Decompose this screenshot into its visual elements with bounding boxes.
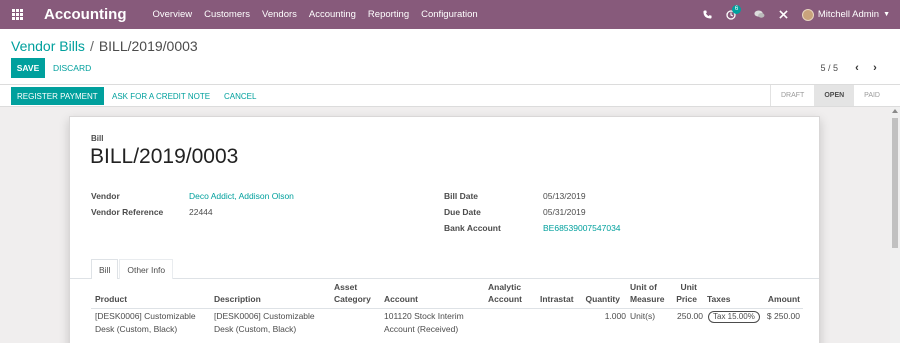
- bank-account-field[interactable]: BE68539007547034: [543, 223, 621, 233]
- pager: 5 / 5 ‹ ›: [820, 58, 884, 78]
- cell-amount: $ 250.00: [766, 311, 800, 321]
- cancel-button[interactable]: CANCEL: [224, 87, 256, 105]
- bank-account-label: Bank Account: [444, 223, 501, 233]
- form-statusbar: REGISTER PAYMENT ASK FOR A CREDIT NOTE C…: [0, 85, 900, 107]
- top-navbar: Accounting Overview Customers Vendors Ac…: [0, 0, 900, 29]
- col-taxes[interactable]: Taxes: [707, 293, 730, 305]
- cell-product-line2: Desk (Custom, Black): [95, 324, 178, 334]
- col-analytic-line1[interactable]: Analytic: [488, 281, 521, 293]
- breadcrumb-current: BILL/2019/0003: [98, 38, 198, 54]
- chevron-right-icon[interactable]: ›: [866, 58, 884, 78]
- tab-other-info[interactable]: Other Info: [119, 259, 174, 279]
- bill-number-title: BILL/2019/0003: [90, 145, 239, 168]
- chevron-left-icon[interactable]: ‹: [848, 58, 866, 78]
- save-button[interactable]: SAVE: [11, 58, 45, 78]
- caret-down-icon: ▼: [883, 11, 890, 18]
- discard-button[interactable]: DISCARD: [53, 58, 91, 78]
- control-panel: Vendor Bills / BILL/2019/0003 SAVE DISCARD…: [0, 29, 900, 85]
- col-account[interactable]: Account: [384, 293, 418, 305]
- vendor-reference-field[interactable]: 22444: [189, 207, 213, 217]
- vendor-reference-label: Vendor Reference: [91, 207, 164, 217]
- credit-note-button[interactable]: ASK FOR A CREDIT NOTE: [112, 87, 210, 105]
- phone-icon[interactable]: [703, 10, 712, 19]
- form-sheet: Bill BILL/2019/0003 Vendor Deco Addict, …: [69, 116, 820, 343]
- activity-count-badge: 6: [731, 4, 742, 14]
- stage-draft[interactable]: DRAFT: [771, 85, 814, 106]
- page-scrollbar[interactable]: [890, 107, 900, 343]
- scroll-up-arrow-icon[interactable]: [892, 109, 898, 113]
- activity-clock-icon[interactable]: 6: [726, 4, 742, 20]
- breadcrumb-separator: /: [89, 38, 94, 54]
- menu-overview[interactable]: Overview: [153, 9, 193, 20]
- cell-description-line2: Desk (Custom, Black): [214, 324, 297, 334]
- tab-bill[interactable]: Bill: [91, 259, 119, 279]
- menu-reporting[interactable]: Reporting: [368, 9, 409, 20]
- col-analytic-line2[interactable]: Account: [488, 293, 522, 305]
- due-date-label: Due Date: [444, 207, 481, 217]
- col-price-line2[interactable]: Price: [670, 293, 697, 305]
- stage-open[interactable]: OPEN: [814, 85, 855, 106]
- col-description[interactable]: Description: [214, 293, 261, 305]
- cell-quantity: 1.000: [604, 311, 626, 321]
- col-product[interactable]: Product: [95, 293, 127, 305]
- breadcrumb: Vendor Bills / BILL/2019/0003: [11, 38, 198, 54]
- menu-vendors[interactable]: Vendors: [262, 9, 297, 20]
- due-date-field[interactable]: 05/31/2019: [543, 207, 586, 217]
- vendor-label: Vendor: [91, 191, 120, 201]
- register-payment-button[interactable]: REGISTER PAYMENT: [11, 87, 104, 105]
- menu-configuration[interactable]: Configuration: [421, 9, 478, 20]
- menu-customers[interactable]: Customers: [204, 9, 250, 20]
- table-header-divider: [91, 308, 803, 309]
- vendor-field[interactable]: Deco Addict, Addison Olson: [189, 191, 294, 201]
- discuss-chat-icon[interactable]: [754, 10, 765, 19]
- col-price-line1[interactable]: Unit: [670, 281, 697, 293]
- col-uom-line2[interactable]: Measure: [630, 293, 665, 305]
- document-type-label: Bill: [91, 134, 104, 143]
- cell-uom: Unit(s): [630, 311, 656, 321]
- col-amount[interactable]: Amount: [750, 293, 800, 305]
- col-quantity[interactable]: Quantity: [580, 293, 620, 305]
- cell-price: 250.00: [677, 311, 703, 321]
- debug-tools-icon[interactable]: [779, 10, 788, 19]
- scroll-thumb[interactable]: [892, 118, 898, 248]
- user-name: Mitchell Admin: [817, 9, 880, 20]
- col-uom-line1[interactable]: Unit of: [630, 281, 657, 293]
- stage-paid[interactable]: PAID: [854, 85, 890, 106]
- menu-accounting[interactable]: Accounting: [309, 9, 356, 20]
- app-title[interactable]: Accounting: [44, 6, 127, 23]
- bill-date-label: Bill Date: [444, 191, 479, 201]
- breadcrumb-vendor-bills[interactable]: Vendor Bills: [11, 38, 85, 54]
- col-asset-category-line1[interactable]: Asset: [334, 281, 357, 293]
- pager-value[interactable]: 5 / 5: [820, 63, 838, 73]
- cell-account-line2: Account (Received): [384, 324, 459, 334]
- cell-description-line1: [DESK0006] Customizable: [214, 311, 315, 321]
- avatar: [801, 8, 814, 21]
- apps-menu-icon[interactable]: [0, 0, 34, 29]
- col-asset-category-line2[interactable]: Category: [334, 293, 371, 305]
- notebook-tabs: Bill Other Info: [91, 259, 174, 279]
- user-menu[interactable]: Mitchell Admin ▼: [801, 8, 890, 21]
- cell-account-line1: 101120 Stock Interim: [384, 311, 464, 321]
- cell-product-line1: [DESK0006] Customizable: [95, 311, 196, 321]
- bill-date-field[interactable]: 05/13/2019: [543, 191, 586, 201]
- col-intrastat[interactable]: Intrastat: [540, 293, 574, 305]
- tab-divider: [70, 278, 819, 279]
- status-stages: DRAFT OPEN PAID: [769, 85, 890, 106]
